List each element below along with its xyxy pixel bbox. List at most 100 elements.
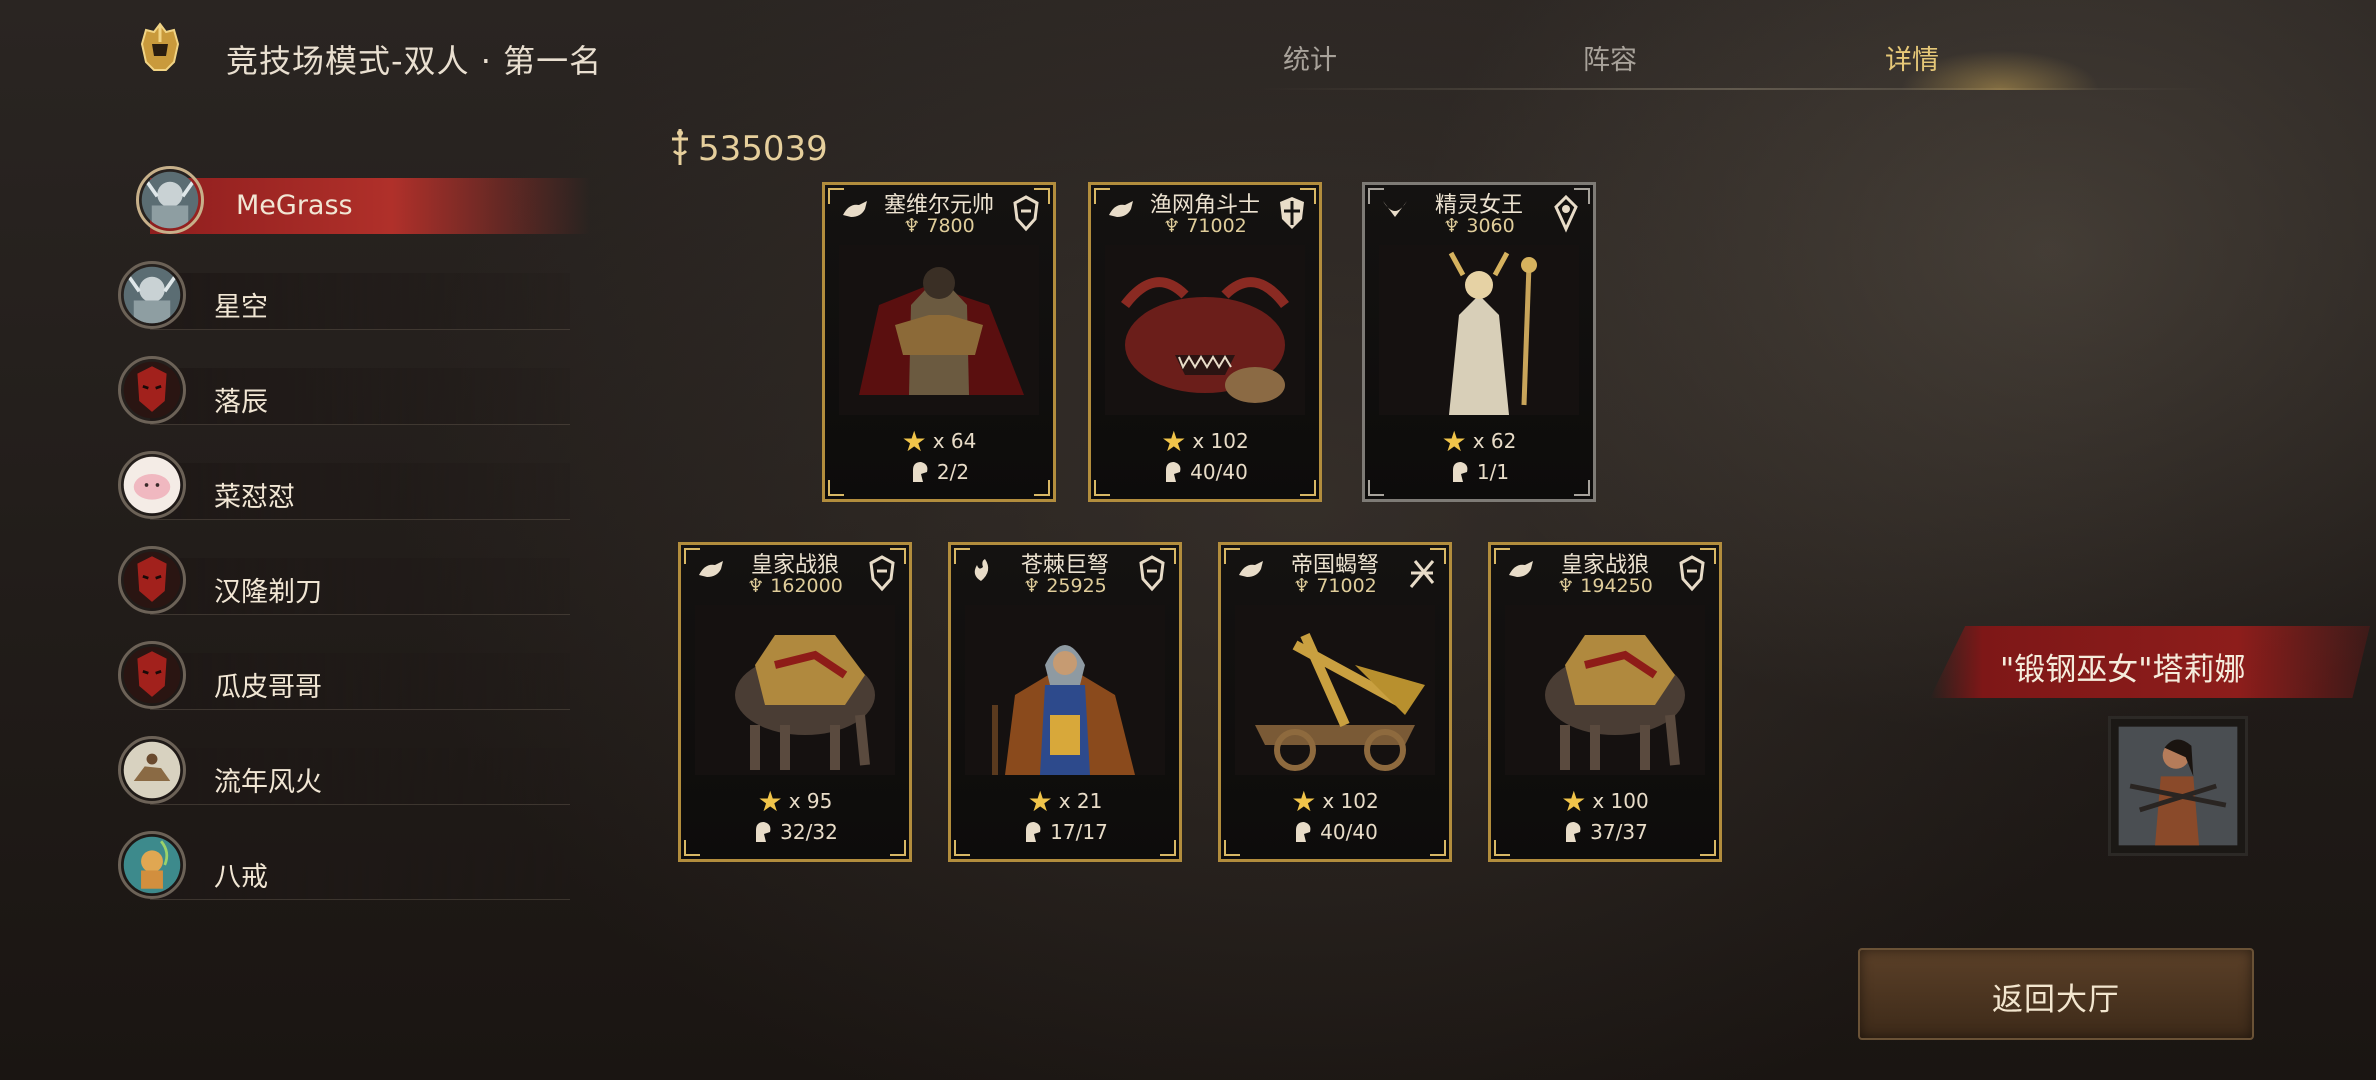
tab-lineup[interactable]: 阵容 (1530, 40, 1690, 90)
star-icon: ★ (1291, 785, 1317, 818)
unit-troops: 32/32 (681, 820, 909, 844)
war-wolf-unit-art (695, 605, 895, 775)
unit-troops: 1/1 (1365, 460, 1593, 484)
unit-stars: ★ x 95 (681, 785, 909, 818)
unit-power: ♆ 71002 (1293, 575, 1377, 597)
war-wolf-unit-art (1505, 605, 1705, 775)
unit-stars-value: x 100 (1592, 789, 1649, 813)
player-item[interactable]: 星空 (110, 255, 590, 335)
unit-power: ♆ 7800 (903, 215, 975, 237)
unit-troops-value: 2/2 (936, 460, 970, 484)
unit-stars: ★ x 64 (825, 425, 1053, 458)
star-icon: ★ (1561, 785, 1587, 818)
unit-card[interactable]: 塞维尔元帅 ♆ 7800 ★ x 64 2/2 (822, 182, 1056, 502)
ballista-unit-art (1235, 605, 1435, 775)
player-item[interactable]: 流年风火 (110, 730, 590, 810)
unit-troops-value: 40/40 (1190, 460, 1248, 484)
unit-power-value: 162000 (770, 575, 843, 597)
frost-knight-avatar (118, 261, 186, 329)
star-icon: ★ (1441, 425, 1467, 458)
unit-power: ♆ 25925 (1023, 575, 1107, 597)
unit-card[interactable]: 苍棘巨弩 ♆ 25925 ★ x 21 17/17 (948, 542, 1182, 862)
helmet-icon (756, 822, 771, 842)
unit-power-value: 25925 (1046, 575, 1107, 597)
red-demon-avatar (118, 546, 186, 614)
player-item[interactable]: MeGrass (110, 160, 590, 240)
player-row-background (150, 558, 570, 615)
unit-stars-value: x 95 (788, 789, 833, 813)
player-row-background (150, 178, 590, 234)
player-row-background (150, 653, 570, 710)
unit-power-value: 3060 (1466, 215, 1515, 237)
unit-stars: ★ x 21 (951, 785, 1179, 818)
unit-power-value: 71002 (1186, 215, 1247, 237)
unit-stars: ★ x 62 (1365, 425, 1593, 458)
hero-portrait[interactable] (2108, 716, 2248, 856)
player-name: 星空 (214, 292, 268, 323)
unit-troops-value: 1/1 (1476, 460, 1510, 484)
tab-statistics[interactable]: 统计 (1230, 40, 1390, 90)
crossbowman-unit-art (965, 605, 1165, 775)
unit-card[interactable]: 帝国蝎弩 ♆ 71002 ★ x 102 40/40 (1218, 542, 1452, 862)
player-row-background (150, 843, 570, 900)
unit-power: ♆ 162000 (747, 575, 843, 597)
hero-name: "锻钢巫女"塔莉娜 (2000, 652, 2246, 688)
red-demon-avatar (118, 356, 186, 424)
player-item[interactable]: 瓜皮哥哥 (110, 635, 590, 715)
red-demon-avatar (118, 641, 186, 709)
elf-queen-unit-art (1379, 245, 1579, 415)
pink-creature-avatar (118, 451, 186, 519)
power-icon (672, 129, 688, 165)
unit-troops: 17/17 (951, 820, 1179, 844)
unit-power-value: 71002 (1316, 575, 1377, 597)
frost-knight-avatar (136, 166, 204, 234)
player-name: 瓜皮哥哥 (214, 672, 322, 703)
helmet-icon (1026, 822, 1041, 842)
player-list: MeGrass 星空 落辰 菜怼怼 汉隆剃刀 瓜皮哥哥 流年风火 八戒 (110, 160, 610, 910)
unit-power: ♆ 194250 (1557, 575, 1653, 597)
player-row-background (150, 748, 570, 805)
unit-power: ♆ 71002 (1163, 215, 1247, 237)
player-item[interactable]: 落辰 (110, 350, 590, 430)
unit-card[interactable]: 渔网角斗士 ♆ 71002 ★ x 102 40/40 (1088, 182, 1322, 502)
unit-card[interactable]: 精灵女王 ♆ 3060 ★ x 62 1/1 (1362, 182, 1596, 502)
unit-card[interactable]: 皇家战狼 ♆ 162000 ★ x 95 32/32 (678, 542, 912, 862)
player-name: 菜怼怼 (214, 482, 295, 513)
unit-card[interactable]: 皇家战狼 ♆ 194250 ★ x 100 37/37 (1488, 542, 1722, 862)
tab-bar: 统计 阵容 详情 (1230, 40, 2230, 90)
return-lobby-button[interactable]: 返回大厅 (1858, 948, 2254, 1040)
unit-power-value: 7800 (926, 215, 975, 237)
horseman-avatar (118, 736, 186, 804)
unit-power-value: 194250 (1580, 575, 1653, 597)
knight-unit-art (839, 245, 1039, 415)
unit-stars-value: x 64 (932, 429, 977, 453)
player-row-background (150, 463, 570, 520)
tab-details[interactable]: 详情 (1832, 40, 1992, 90)
unit-troops-value: 40/40 (1320, 820, 1378, 844)
beast-unit-art (1105, 245, 1305, 415)
unit-troops-value: 17/17 (1050, 820, 1108, 844)
star-icon: ★ (757, 785, 783, 818)
star-icon: ★ (901, 425, 927, 458)
monk-avatar (118, 831, 186, 899)
unit-stars-value: x 62 (1472, 429, 1517, 453)
player-item[interactable]: 汉隆剃刀 (110, 540, 590, 620)
helmet-logo-icon (140, 22, 180, 71)
total-power-value: 535039 (698, 129, 828, 169)
unit-stars-value: x 102 (1192, 429, 1249, 453)
player-item[interactable]: 八戒 (110, 825, 590, 905)
unit-troops: 37/37 (1491, 820, 1719, 844)
helmet-icon (1296, 822, 1311, 842)
unit-troops: 40/40 (1221, 820, 1449, 844)
unit-power: ♆ 3060 (1443, 215, 1515, 237)
helmet-icon (912, 462, 928, 482)
unit-stars-value: x 21 (1058, 789, 1103, 813)
player-name: 流年风火 (214, 767, 322, 798)
unit-stars: ★ x 102 (1221, 785, 1449, 818)
player-row-background (150, 273, 570, 330)
unit-stars-value: x 102 (1322, 789, 1379, 813)
unit-troops-value: 32/32 (780, 820, 838, 844)
player-item[interactable]: 菜怼怼 (110, 445, 590, 525)
page-title: 竞技场模式-双人 · 第一名 (226, 42, 603, 80)
unit-stars: ★ x 102 (1091, 425, 1319, 458)
